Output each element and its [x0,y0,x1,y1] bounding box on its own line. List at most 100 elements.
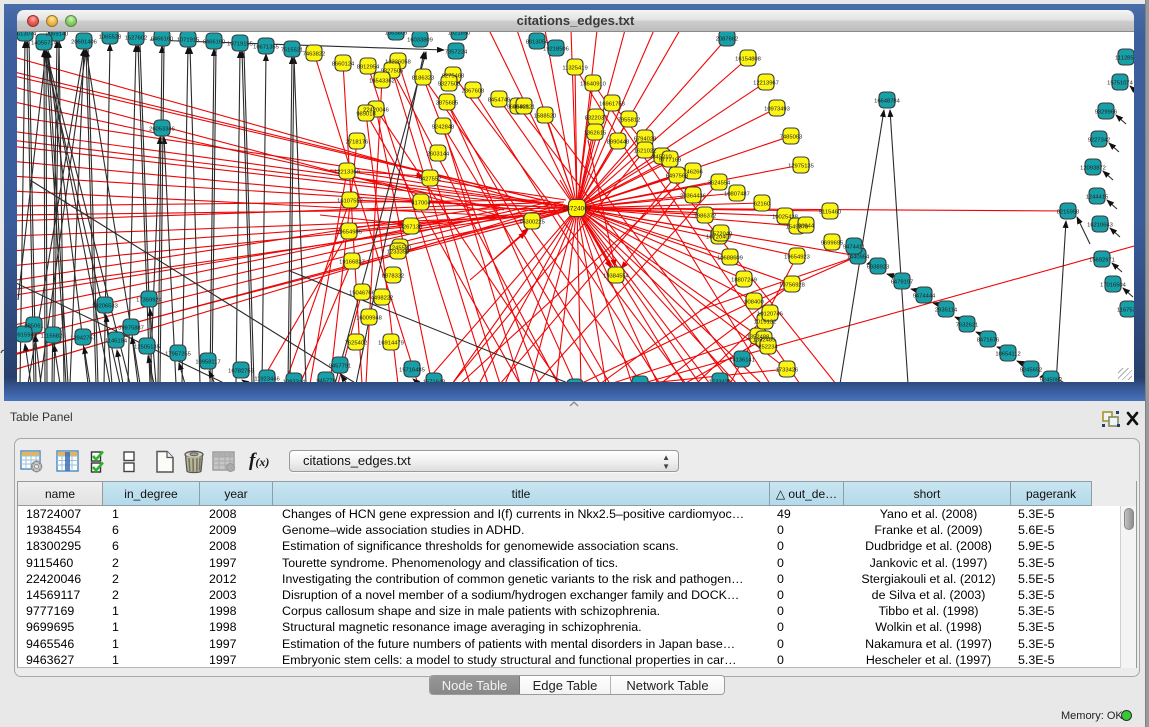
svg-text:10719155: 10719155 [227,41,253,47]
svg-text:9474444: 9474444 [913,293,936,299]
svg-text:1733426: 1733426 [776,367,799,373]
svg-text:16107552: 16107552 [337,198,363,204]
svg-text:16009948: 16009948 [356,315,382,321]
svg-text:10756928: 10756928 [779,282,805,288]
svg-text:8186323: 8186323 [412,75,435,81]
svg-text:7485063: 7485063 [780,134,803,140]
svg-text:14136141: 14136141 [729,357,755,363]
svg-text:8660124: 8660124 [332,61,355,67]
svg-text:1362615: 1362615 [584,130,607,136]
svg-text:989018: 989018 [356,111,375,117]
svg-text:252234: 252234 [758,344,778,350]
svg-text:15716485: 15716485 [399,367,425,373]
svg-text:1145194: 1145194 [105,338,128,344]
svg-text:9227342: 9227342 [1088,137,1111,143]
svg-text:6938923: 6938923 [867,264,890,270]
svg-text:1233358: 1233358 [387,249,410,255]
svg-text:16961758: 16961758 [599,101,625,107]
svg-text:18724007: 18724007 [563,206,592,213]
svg-text:945779: 945779 [316,378,335,382]
svg-text:19384554: 19384554 [603,273,630,279]
svg-text:10025438: 10025438 [772,214,798,220]
svg-text:12942757: 12942757 [70,335,96,341]
svg-text:7986372: 7986372 [694,213,717,219]
svg-text:19654985: 19654985 [336,229,362,235]
svg-text:16671355: 16671355 [253,44,279,50]
svg-text:9646821: 9646821 [513,104,536,110]
svg-text:3624554: 3624554 [708,180,731,186]
svg-text:2367608: 2367608 [462,88,485,94]
svg-text:9115460: 9115460 [819,209,841,215]
svg-text:1440954: 1440954 [847,254,870,260]
svg-text:8990448: 8990448 [607,139,630,145]
svg-text:8813054: 8813054 [526,39,549,45]
svg-text:8215958: 8215958 [1057,209,1080,215]
svg-text:7515521: 7515521 [281,47,304,53]
svg-text:1733426: 1733426 [709,379,732,382]
svg-text:2069140: 2069140 [46,32,69,37]
svg-text:15751074: 15751074 [1107,80,1134,86]
svg-text:9327505: 9327505 [381,68,404,74]
svg-text:10958117: 10958117 [195,359,220,365]
svg-text:9327508: 9327508 [438,81,461,87]
svg-text:16154808: 16154808 [735,56,761,62]
svg-text:9427552: 9427552 [419,176,442,182]
svg-text:8878332: 8878332 [382,273,405,279]
svg-text:6466160: 6466160 [203,39,226,45]
svg-text:2718176: 2718176 [346,139,369,145]
svg-text:10807487: 10807487 [724,191,750,197]
svg-text:1527602: 1527602 [125,35,148,41]
svg-text:13226058: 13226058 [385,59,411,65]
svg-text:417004: 417004 [411,200,431,206]
svg-text:16648784: 16648784 [874,98,901,104]
svg-text:1092344: 1092344 [283,379,306,382]
svg-text:2935114: 2935114 [935,307,958,313]
svg-text:6466160: 6466160 [151,36,174,42]
svg-text:1571648: 1571648 [423,379,446,382]
svg-text:62160: 62160 [754,201,770,207]
svg-text:16210643: 16210643 [1087,222,1113,228]
svg-text:1921850: 1921850 [448,32,471,36]
svg-text:9329966: 9329966 [1095,109,1118,115]
svg-text:26053346: 26053346 [149,126,175,132]
svg-text:9245652: 9245652 [1020,367,1043,373]
svg-text:18807249: 18807249 [731,277,757,283]
svg-text:16543362: 16543362 [369,78,395,84]
svg-text:8322037: 8322037 [585,115,608,121]
svg-text:12093872: 12093872 [1080,165,1106,171]
svg-text:7357224: 7357224 [445,49,468,55]
svg-text:4498222: 4498222 [371,295,394,301]
svg-text:16914479: 16914479 [378,340,404,346]
svg-text:3875685: 3875685 [436,100,459,106]
svg-text:39975887: 39975887 [118,325,144,331]
svg-text:20364436: 20364436 [680,193,706,199]
svg-text:9242848: 9242848 [432,124,455,130]
svg-text:17359924: 17359924 [136,297,163,303]
svg-text:10120746: 10120746 [757,311,783,317]
svg-text:2603144: 2603144 [427,151,450,157]
svg-text:7625402: 7625402 [345,340,368,346]
svg-text:3267130: 3267130 [400,224,423,230]
svg-text:96844: 96844 [798,223,815,229]
svg-text:6479197: 6479197 [891,279,914,285]
svg-text:16033809: 16033809 [407,37,433,43]
svg-text:11325419: 11325419 [562,65,587,71]
svg-text:12213967: 12213967 [753,80,779,86]
svg-text:1015132: 1015132 [754,319,777,325]
svg-text:15692971: 15692971 [1089,257,1115,263]
svg-text:8471676: 8471676 [977,337,1000,343]
svg-text:1167534: 1167534 [1117,307,1134,313]
svg-text:8613074: 8613074 [17,32,37,37]
svg-text:391594: 391594 [17,332,34,338]
svg-text:6497568: 6497568 [666,173,689,179]
svg-text:9699695: 9699695 [821,240,844,246]
svg-text:885061: 885061 [24,323,43,329]
svg-text:1071915: 1071915 [177,37,200,43]
svg-text:6794028: 6794028 [634,136,657,142]
svg-text:17957255: 17957255 [165,351,191,357]
svg-text:10973493: 10973493 [764,106,790,112]
svg-text:19654923: 19654923 [784,254,810,260]
svg-text:7955812: 7955812 [618,117,641,123]
svg-text:14055714: 14055714 [31,40,58,46]
svg-text:10654112: 10654112 [995,351,1020,357]
